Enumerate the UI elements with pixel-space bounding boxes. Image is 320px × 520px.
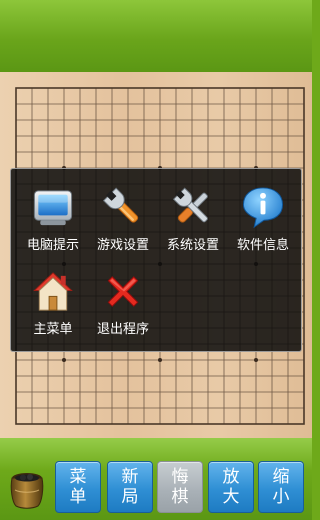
info-icon [242, 187, 284, 229]
zoom-out-button-label: 缩小 [272, 467, 290, 507]
menu-item-exit[interactable]: 退出程序 [87, 265, 159, 337]
game-menu-panel: 电脑提示 游戏设置 系统设置 软件信息 主菜单 退出程序 [10, 168, 302, 352]
new-game-button-label: 新局 [121, 467, 139, 507]
star-point [254, 358, 258, 362]
stone-jar-icon[interactable] [6, 468, 48, 510]
new-game-button[interactable]: 新局 [107, 461, 153, 513]
menu-item-system-settings[interactable]: 系统设置 [157, 181, 229, 253]
menu-item-label: 退出程序 [96, 322, 149, 337]
menu-item-label: 游戏设置 [96, 238, 149, 253]
computer-monitor-icon [33, 190, 73, 226]
close-x-icon [107, 276, 139, 307]
menu-item-label: 主菜单 [33, 322, 73, 337]
tools-icon [172, 187, 208, 223]
undo-button[interactable]: 悔棋 [157, 461, 203, 513]
zoom-in-button-label: 放大 [222, 467, 240, 507]
menu-item-computer-hint[interactable]: 电脑提示 [17, 181, 89, 253]
header-bar [0, 0, 312, 72]
menu-item-label: 系统设置 [166, 238, 219, 253]
menu-item-software-info[interactable]: 软件信息 [227, 181, 299, 253]
wrench-icon [102, 187, 139, 223]
zoom-in-button[interactable]: 放大 [208, 461, 254, 513]
menu-button-label: 菜单 [69, 467, 87, 507]
star-point [158, 358, 162, 362]
menu-button[interactable]: 菜单 [55, 461, 101, 513]
zoom-out-button[interactable]: 缩小 [258, 461, 304, 513]
home-icon [33, 272, 73, 311]
menu-item-label: 电脑提示 [26, 238, 79, 253]
menu-item-main-menu[interactable]: 主菜单 [17, 265, 89, 337]
menu-item-game-settings[interactable]: 游戏设置 [87, 181, 159, 253]
undo-button-label: 悔棋 [171, 467, 189, 507]
menu-item-label: 软件信息 [236, 238, 289, 253]
star-point [62, 358, 66, 362]
